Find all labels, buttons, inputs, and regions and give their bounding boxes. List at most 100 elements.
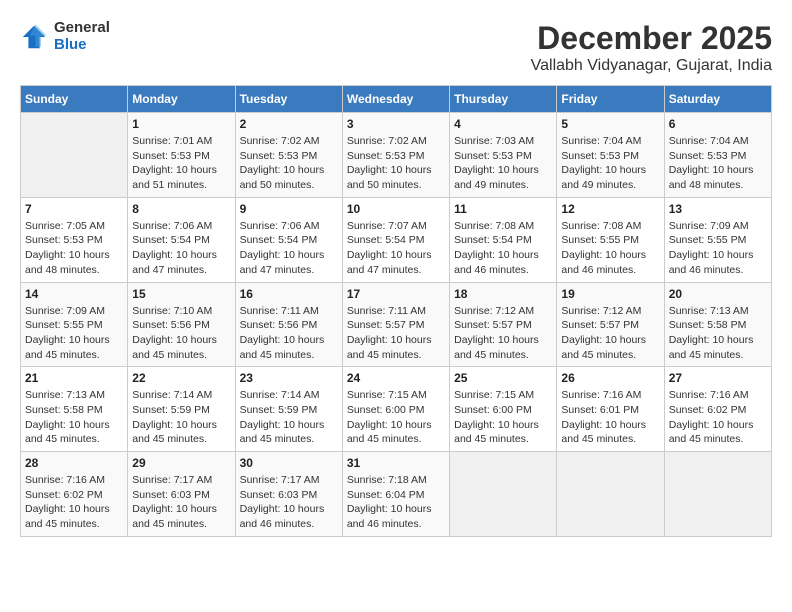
location-title: Vallabh Vidyanagar, Gujarat, India xyxy=(531,57,772,75)
day-info: Sunrise: 7:13 AM Sunset: 5:58 PM Dayligh… xyxy=(25,388,123,447)
calendar-cell: 30Sunrise: 7:17 AM Sunset: 6:03 PM Dayli… xyxy=(235,452,342,537)
day-info: Sunrise: 7:09 AM Sunset: 5:55 PM Dayligh… xyxy=(669,219,767,278)
calendar-cell: 17 Sunrise: 7:11 AM Sunset: 5:57 PM Dayli… xyxy=(342,282,449,367)
calendar-cell: 3 Sunrise: 7:02 AM Sunset: 5:53 PM Daylig… xyxy=(342,113,449,198)
day-info: Sunrise: 7:11 AM Sunset: 5:57 PM Dayligh… xyxy=(347,304,445,363)
day-info: Sunrise: 7:13 AM Sunset: 5:58 PM Dayligh… xyxy=(669,304,767,363)
day-info: Sunrise: 7:16 AM Sunset: 6:02 PM Dayligh… xyxy=(669,388,767,447)
calendar-cell: 11 Sunrise: 7:08 AM Sunset: 5:54 PM Dayli… xyxy=(450,197,557,282)
calendar-cell: 26Sunrise: 7:16 AM Sunset: 6:01 PM Dayli… xyxy=(557,367,664,452)
calendar-cell: 16 Sunrise: 7:11 AM Sunset: 5:56 PM Dayli… xyxy=(235,282,342,367)
calendar-header-tuesday: Tuesday xyxy=(235,86,342,113)
calendar-header-row: SundayMondayTuesdayWednesdayThursdayFrid… xyxy=(21,86,772,113)
logo: General Blue xyxy=(20,20,110,53)
calendar-cell: 1 Sunrise: 7:01 AM Sunset: 5:53 PM Daylig… xyxy=(128,113,235,198)
title-area: December 2025 Vallabh Vidyanagar, Gujara… xyxy=(531,20,772,75)
day-number: 24 xyxy=(347,371,445,385)
calendar-week-1: 1 Sunrise: 7:01 AM Sunset: 5:53 PM Daylig… xyxy=(21,113,772,198)
day-number: 10 xyxy=(347,202,445,216)
calendar-cell: 25Sunrise: 7:15 AM Sunset: 6:00 PM Dayli… xyxy=(450,367,557,452)
calendar-header-friday: Friday xyxy=(557,86,664,113)
day-info: Sunrise: 7:14 AM Sunset: 5:59 PM Dayligh… xyxy=(132,388,230,447)
day-info: Sunrise: 7:03 AM Sunset: 5:53 PM Dayligh… xyxy=(454,134,552,193)
day-number: 2 xyxy=(240,117,338,131)
calendar-cell: 4 Sunrise: 7:03 AM Sunset: 5:53 PM Daylig… xyxy=(450,113,557,198)
day-info: Sunrise: 7:18 AM Sunset: 6:04 PM Dayligh… xyxy=(347,473,445,532)
calendar-cell: 23Sunrise: 7:14 AM Sunset: 5:59 PM Dayli… xyxy=(235,367,342,452)
calendar-week-4: 21 Sunrise: 7:13 AM Sunset: 5:58 PM Dayli… xyxy=(21,367,772,452)
calendar-header-thursday: Thursday xyxy=(450,86,557,113)
logo-general-label: General xyxy=(54,20,110,37)
calendar-cell: 13 Sunrise: 7:09 AM Sunset: 5:55 PM Dayli… xyxy=(664,197,771,282)
calendar-cell: 29Sunrise: 7:17 AM Sunset: 6:03 PM Dayli… xyxy=(128,452,235,537)
day-info: Sunrise: 7:07 AM Sunset: 5:54 PM Dayligh… xyxy=(347,219,445,278)
day-info: Sunrise: 7:15 AM Sunset: 6:00 PM Dayligh… xyxy=(454,388,552,447)
day-info: Sunrise: 7:16 AM Sunset: 6:01 PM Dayligh… xyxy=(561,388,659,447)
logo-text: General Blue xyxy=(54,20,110,53)
day-number: 28 xyxy=(25,456,123,470)
day-number: 5 xyxy=(561,117,659,131)
day-number: 3 xyxy=(347,117,445,131)
calendar-cell xyxy=(664,452,771,537)
calendar-cell: 31 Sunrise: 7:18 AM Sunset: 6:04 PM Dayli… xyxy=(342,452,449,537)
month-title: December 2025 xyxy=(531,20,772,57)
calendar-cell: 27 Sunrise: 7:16 AM Sunset: 6:02 PM Dayli… xyxy=(664,367,771,452)
calendar-header-sunday: Sunday xyxy=(21,86,128,113)
day-number: 9 xyxy=(240,202,338,216)
day-number: 11 xyxy=(454,202,552,216)
day-number: 6 xyxy=(669,117,767,131)
day-info: Sunrise: 7:04 AM Sunset: 5:53 PM Dayligh… xyxy=(561,134,659,193)
day-info: Sunrise: 7:10 AM Sunset: 5:56 PM Dayligh… xyxy=(132,304,230,363)
day-number: 27 xyxy=(669,371,767,385)
day-number: 18 xyxy=(454,287,552,301)
calendar-cell: 24Sunrise: 7:15 AM Sunset: 6:00 PM Dayli… xyxy=(342,367,449,452)
calendar-cell xyxy=(557,452,664,537)
calendar-cell: 2Sunrise: 7:02 AM Sunset: 5:53 PM Daylig… xyxy=(235,113,342,198)
calendar-cell: 6 Sunrise: 7:04 AM Sunset: 5:53 PM Daylig… xyxy=(664,113,771,198)
day-number: 1 xyxy=(132,117,230,131)
day-info: Sunrise: 7:05 AM Sunset: 5:53 PM Dayligh… xyxy=(25,219,123,278)
calendar-cell: 8 Sunrise: 7:06 AM Sunset: 5:54 PM Daylig… xyxy=(128,197,235,282)
calendar-week-3: 14Sunrise: 7:09 AM Sunset: 5:55 PM Dayli… xyxy=(21,282,772,367)
logo-icon xyxy=(20,23,48,51)
calendar-cell: 28 Sunrise: 7:16 AM Sunset: 6:02 PM Dayli… xyxy=(21,452,128,537)
calendar-cell: 7Sunrise: 7:05 AM Sunset: 5:53 PM Daylig… xyxy=(21,197,128,282)
calendar-cell: 22Sunrise: 7:14 AM Sunset: 5:59 PM Dayli… xyxy=(128,367,235,452)
day-info: Sunrise: 7:06 AM Sunset: 5:54 PM Dayligh… xyxy=(240,219,338,278)
day-number: 31 xyxy=(347,456,445,470)
day-number: 12 xyxy=(561,202,659,216)
calendar-cell: 18 Sunrise: 7:12 AM Sunset: 5:57 PM Dayli… xyxy=(450,282,557,367)
calendar-header-wednesday: Wednesday xyxy=(342,86,449,113)
day-number: 16 xyxy=(240,287,338,301)
calendar-cell: 14Sunrise: 7:09 AM Sunset: 5:55 PM Dayli… xyxy=(21,282,128,367)
day-number: 4 xyxy=(454,117,552,131)
day-number: 8 xyxy=(132,202,230,216)
day-number: 19 xyxy=(561,287,659,301)
calendar-cell: 19 Sunrise: 7:12 AM Sunset: 5:57 PM Dayli… xyxy=(557,282,664,367)
day-number: 21 xyxy=(25,371,123,385)
calendar-cell: 21 Sunrise: 7:13 AM Sunset: 5:58 PM Dayli… xyxy=(21,367,128,452)
day-number: 29 xyxy=(132,456,230,470)
day-info: Sunrise: 7:08 AM Sunset: 5:54 PM Dayligh… xyxy=(454,219,552,278)
day-info: Sunrise: 7:01 AM Sunset: 5:53 PM Dayligh… xyxy=(132,134,230,193)
day-info: Sunrise: 7:04 AM Sunset: 5:53 PM Dayligh… xyxy=(669,134,767,193)
calendar-cell: 10 Sunrise: 7:07 AM Sunset: 5:54 PM Dayli… xyxy=(342,197,449,282)
day-info: Sunrise: 7:14 AM Sunset: 5:59 PM Dayligh… xyxy=(240,388,338,447)
day-info: Sunrise: 7:12 AM Sunset: 5:57 PM Dayligh… xyxy=(561,304,659,363)
day-info: Sunrise: 7:08 AM Sunset: 5:55 PM Dayligh… xyxy=(561,219,659,278)
day-info: Sunrise: 7:16 AM Sunset: 6:02 PM Dayligh… xyxy=(25,473,123,532)
day-info: Sunrise: 7:02 AM Sunset: 5:53 PM Dayligh… xyxy=(347,134,445,193)
day-number: 17 xyxy=(347,287,445,301)
day-info: Sunrise: 7:12 AM Sunset: 5:57 PM Dayligh… xyxy=(454,304,552,363)
logo-blue-label: Blue xyxy=(54,37,110,54)
calendar-table: SundayMondayTuesdayWednesdayThursdayFrid… xyxy=(20,85,772,537)
calendar-cell: 15 Sunrise: 7:10 AM Sunset: 5:56 PM Dayli… xyxy=(128,282,235,367)
day-info: Sunrise: 7:06 AM Sunset: 5:54 PM Dayligh… xyxy=(132,219,230,278)
calendar-body: 1 Sunrise: 7:01 AM Sunset: 5:53 PM Daylig… xyxy=(21,113,772,537)
calendar-cell xyxy=(21,113,128,198)
day-number: 15 xyxy=(132,287,230,301)
day-info: Sunrise: 7:09 AM Sunset: 5:55 PM Dayligh… xyxy=(25,304,123,363)
day-info: Sunrise: 7:11 AM Sunset: 5:56 PM Dayligh… xyxy=(240,304,338,363)
day-number: 13 xyxy=(669,202,767,216)
calendar-cell: 20Sunrise: 7:13 AM Sunset: 5:58 PM Dayli… xyxy=(664,282,771,367)
